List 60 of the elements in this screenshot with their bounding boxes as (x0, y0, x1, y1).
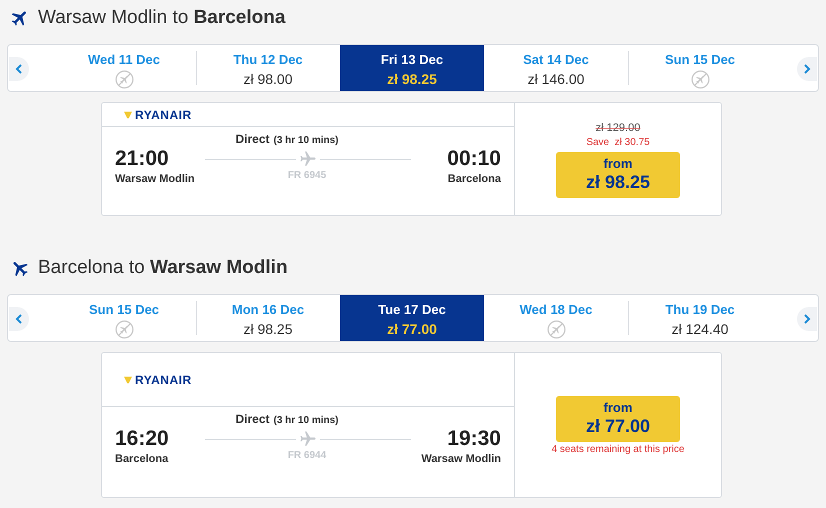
no-flights-icon (546, 320, 566, 339)
direct-label: Direct (235, 131, 270, 148)
departure-city: Barcelona (115, 452, 170, 466)
flight-duration: (3 hr 10 mins) (273, 134, 339, 148)
airplane-icon (299, 150, 317, 168)
date-label: Fri 13 Dec (380, 52, 444, 68)
date-label: Wed 11 Dec (88, 52, 160, 68)
date-label: Mon 16 Dec (232, 302, 304, 318)
date-label: Thu 12 Dec (233, 52, 303, 68)
harp-logo-icon (124, 110, 132, 118)
no-flights-icon (690, 70, 710, 89)
date-label: Tue 17 Dec (378, 302, 446, 318)
date-price: zł 98.25 (387, 70, 437, 88)
arrival-city: Warsaw Modlin (421, 452, 501, 466)
arrival-city: Barcelona (448, 172, 501, 186)
route-title: Barcelona to Warsaw Modlin (38, 256, 288, 280)
fare-button[interactable]: from zł 98.25 (556, 152, 680, 198)
arrival-time: 00:10 (447, 146, 501, 172)
no-flights-icon (114, 70, 134, 89)
departure-city: Warsaw Modlin (115, 172, 196, 186)
date-tab[interactable]: Tue 17 Dec zł 77.00 (340, 295, 484, 341)
fare-button[interactable]: from zł 77.00 (556, 396, 680, 442)
previous-dates-button[interactable] (9, 307, 29, 331)
no-flights-icon (114, 320, 134, 339)
date-tab[interactable]: Sat 14 Dec zł 146.00 (484, 45, 628, 91)
date-price: zł 98.00 (243, 70, 293, 88)
chevron-right-icon (803, 64, 811, 74)
flight-duration: (3 hr 10 mins) (273, 414, 339, 428)
date-tab[interactable]: Thu 19 Dec zł 124.40 (628, 295, 772, 341)
harp-logo-icon (124, 376, 132, 384)
airplane-icon (299, 430, 317, 448)
chevron-left-icon (15, 314, 23, 324)
airline-logo: RYANAIR (135, 106, 192, 124)
route-title: Warsaw Modlin to Barcelona (38, 6, 286, 30)
previous-dates-button[interactable] (9, 57, 29, 81)
airline-logo: RYANAIR (135, 372, 192, 388)
saving-text: Save zł 30.75 (586, 136, 650, 150)
chevron-left-icon (15, 64, 23, 74)
departure-time: 16:20 (115, 426, 170, 452)
date-price: zł 77.00 (387, 320, 437, 338)
arrival-time: 19:30 (447, 426, 501, 452)
date-label: Wed 18 Dec (520, 302, 592, 318)
date-price: zł 98.25 (243, 320, 293, 338)
date-label: Sun 15 Dec (664, 52, 736, 68)
flight-number: FR 6944 (288, 449, 326, 463)
date-tab[interactable]: Thu 12 Dec zł 98.00 (196, 45, 340, 91)
date-price: zł 146.00 (528, 70, 584, 88)
date-price: zł 124.40 (672, 320, 728, 338)
date-label: Sun 15 Dec (88, 302, 160, 318)
direct-label: Direct (235, 411, 270, 428)
date-label: Sat 14 Dec (523, 52, 589, 68)
date-tab[interactable]: Fri 13 Dec zł 98.25 (340, 45, 484, 91)
next-dates-button[interactable] (797, 57, 817, 81)
date-label: Thu 19 Dec (665, 302, 735, 318)
flight-number: FR 6945 (288, 169, 326, 183)
seats-remaining-text: 4 seats remaining at this price (552, 442, 684, 456)
chevron-right-icon (803, 314, 811, 324)
departure-time: 21:00 (115, 146, 170, 172)
date-tab[interactable]: Mon 16 Dec zł 98.25 (196, 295, 340, 341)
next-dates-button[interactable] (797, 307, 817, 331)
